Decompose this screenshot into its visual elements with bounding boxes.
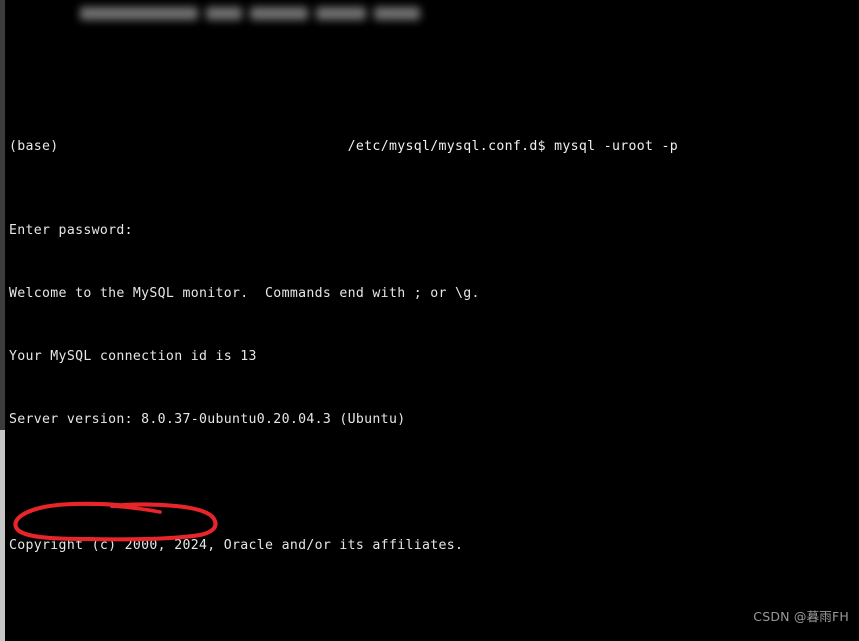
terminal-line-connection-id: Your MySQL connection id is 13: [9, 349, 257, 364]
terminal-line-blank-1: [9, 472, 859, 493]
csdn-watermark: CSDN @暮雨FH: [753, 609, 849, 624]
prompt-path-and-command: /etc/mysql/mysql.conf.d$ mysql -uroot -p: [347, 139, 679, 154]
terminal-text-buffer: (base) /etc/mysql/mysql.conf.d$ mysql -u…: [9, 0, 859, 641]
terminal-line-blank-2: [9, 598, 859, 619]
terminal-scrollbar-thumb[interactable]: [0, 0, 5, 430]
terminal-line-server-version: Server version: 8.0.37-0ubuntu0.20.04.3 …: [9, 412, 406, 427]
terminal-line-password-prompt: Enter password:: [9, 223, 133, 238]
terminal-line-copyright: Copyright (c) 2000, 2024, Oracle and/or …: [9, 538, 464, 553]
terminal-window[interactable]: (base) /etc/mysql/mysql.conf.d$ mysql -u…: [0, 0, 859, 641]
terminal-line-partial-top: [9, 52, 859, 73]
terminal-scrollbar[interactable]: [0, 0, 5, 641]
terminal-line-prompt-command: (base) /etc/mysql/mysql.conf.d$ mysql -u…: [9, 136, 859, 157]
terminal-line-welcome: Welcome to the MySQL monitor. Commands e…: [9, 286, 480, 301]
conda-env-label: (base): [9, 139, 59, 154]
redacted-user-host-spacer: [59, 139, 348, 154]
